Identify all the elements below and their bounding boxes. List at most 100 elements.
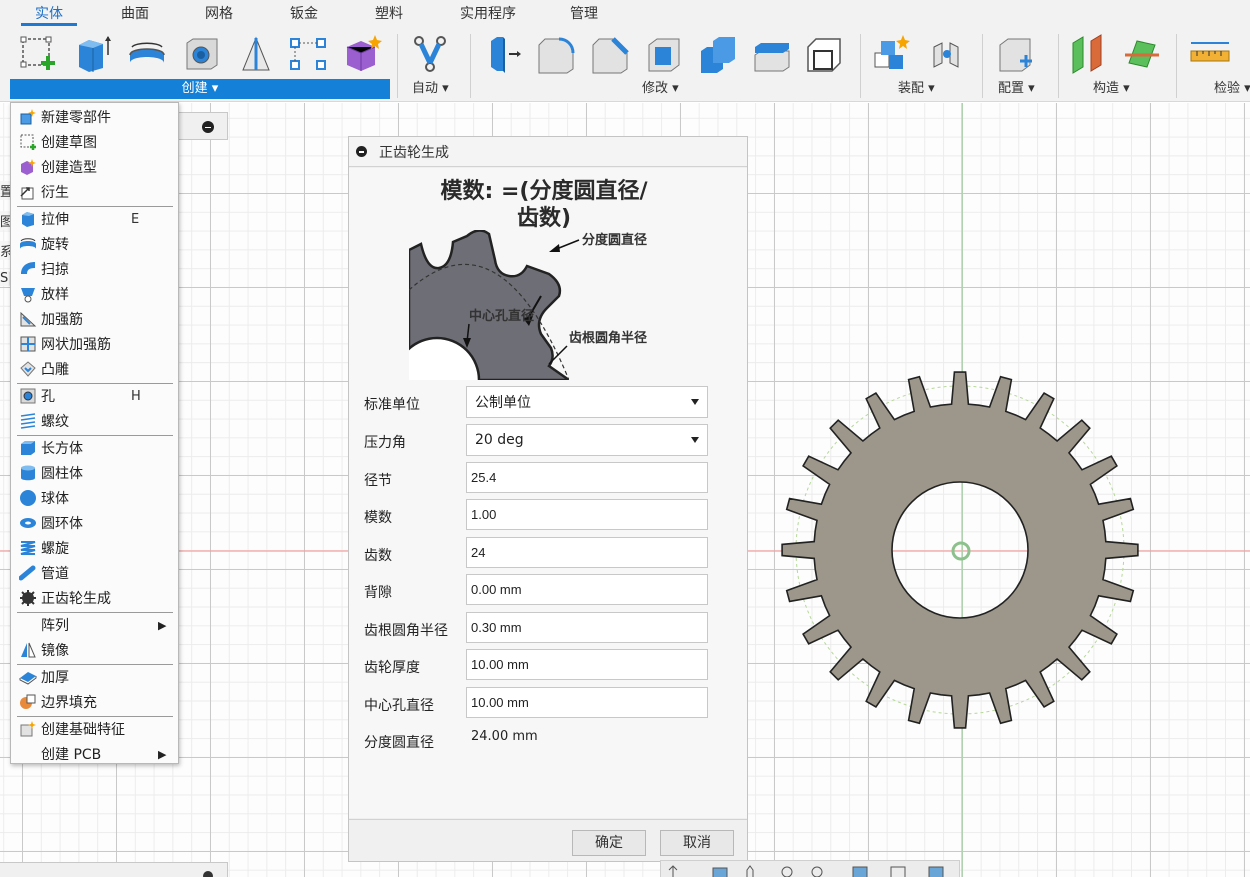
- tab-plastic[interactable]: 塑料: [375, 0, 403, 28]
- menu-item-torus[interactable]: 圆环体: [11, 511, 178, 535]
- new-assembly-icon[interactable]: [870, 32, 914, 76]
- diametral-pitch-input[interactable]: [466, 462, 708, 493]
- menu-item-create-form[interactable]: 创建造型: [11, 155, 178, 179]
- ribbon-separator: [470, 34, 471, 98]
- fillet-icon[interactable]: [534, 32, 578, 76]
- spur-gear-model[interactable]: [770, 360, 1150, 740]
- backlash-input[interactable]: [466, 574, 708, 605]
- configure-group-label[interactable]: 配置 ▾: [998, 80, 1035, 98]
- menu-item-cylinder[interactable]: 圆柱体: [11, 461, 178, 485]
- inspect-group-label[interactable]: 检验 ▾: [1214, 80, 1250, 98]
- create-dropdown-button[interactable]: 创建 ▾: [10, 79, 390, 99]
- automate-icon[interactable]: [408, 32, 452, 76]
- thickness-input[interactable]: [466, 649, 708, 680]
- tab-solid[interactable]: 实体: [21, 0, 77, 28]
- menu-item-loft[interactable]: 放样: [11, 282, 178, 306]
- tab-surface[interactable]: 曲面: [121, 0, 149, 28]
- menu-item-coil[interactable]: 螺旋: [11, 536, 178, 560]
- submenu-arrow-icon: ▶: [158, 747, 167, 761]
- tab-utilities[interactable]: 实用程序: [460, 0, 516, 28]
- menu-item-label: 长方体: [41, 441, 83, 457]
- menu-item-label: 螺旋: [41, 541, 69, 557]
- shell-icon[interactable]: [642, 32, 686, 76]
- automate-group-label[interactable]: 自动 ▾: [412, 80, 449, 98]
- menu-item-label: 创建 PCB: [41, 747, 102, 763]
- gear-diagram: 分度圆直径 中心孔直径 齿根圆角半径: [409, 230, 647, 380]
- pressure-angle-select[interactable]: 20 deg: [466, 424, 708, 456]
- collapse-icon[interactable]: [356, 146, 367, 157]
- new-component-sketch-icon[interactable]: [18, 32, 62, 76]
- menu-item-label: 网状加强筋: [41, 337, 111, 353]
- teeth-label: 齿数: [364, 548, 392, 564]
- standard-select[interactable]: 公制单位: [466, 386, 708, 418]
- teeth-row: 齿数: [349, 537, 747, 569]
- menu-item-spur-gear[interactable]: 正齿轮生成: [11, 586, 178, 610]
- cancel-button[interactable]: 取消: [660, 830, 734, 856]
- module-input[interactable]: [466, 499, 708, 530]
- menu-item-sphere[interactable]: 球体: [11, 486, 178, 510]
- ok-button[interactable]: 确定: [572, 830, 646, 856]
- offset-plane-icon[interactable]: [1066, 32, 1110, 76]
- extrude-icon[interactable]: [70, 32, 114, 76]
- menu-item-mirror[interactable]: 镜像: [11, 638, 178, 662]
- press-pull-icon[interactable]: [482, 32, 526, 76]
- root-fillet-input[interactable]: [466, 612, 708, 643]
- configure-icon[interactable]: [993, 32, 1037, 76]
- orbit-icon: [668, 865, 678, 877]
- construct-group-label[interactable]: 构造 ▾: [1093, 80, 1130, 98]
- menu-item-label: 凸雕: [41, 362, 69, 378]
- assemble-group-label[interactable]: 装配 ▾: [898, 80, 935, 98]
- extrude-icon: [17, 209, 39, 229]
- menu-item-derive[interactable]: 衍生: [11, 180, 178, 204]
- offset-face-icon[interactable]: [750, 32, 794, 76]
- scale-icon[interactable]: [803, 32, 847, 76]
- menu-item-pipe[interactable]: 管道: [11, 561, 178, 585]
- teeth-input[interactable]: [466, 537, 708, 568]
- menu-item-hole[interactable]: 孔H: [11, 384, 178, 408]
- pitch-diameter-value: 24.00 mm: [471, 729, 538, 744]
- create-form-icon: [17, 157, 39, 177]
- create-form-icon[interactable]: [340, 32, 384, 76]
- dialog-header[interactable]: 正齿轮生成: [349, 137, 747, 167]
- menu-item-submenu-25[interactable]: 创建 PCB ▶: [11, 742, 178, 766]
- pipe-icon: [17, 563, 39, 583]
- chamfer-icon[interactable]: [588, 32, 632, 76]
- menu-item-label: 扫掠: [41, 262, 69, 278]
- menu-item-thread[interactable]: 螺纹: [11, 409, 178, 433]
- add-icon[interactable]: [203, 871, 213, 877]
- menu-item-label: 新建零部件: [41, 110, 111, 126]
- diametral-pitch-row: 径节: [349, 462, 747, 494]
- rib-icon[interactable]: [234, 32, 278, 76]
- tab-mesh[interactable]: 网格: [205, 0, 233, 28]
- rectangular-pattern-icon[interactable]: [286, 32, 330, 76]
- plane-at-angle-icon[interactable]: [1120, 32, 1164, 76]
- tab-sheet-metal[interactable]: 钣金: [290, 0, 318, 28]
- dialog-body: 模数: =(分度圆直径/ 齿数) 分度圆直径 中心孔直径 齿根圆角半径 标准单位…: [349, 168, 747, 818]
- menu-item-web[interactable]: 网状加强筋: [11, 332, 178, 356]
- menu-item-rib[interactable]: 加强筋: [11, 307, 178, 331]
- menu-item-revolve[interactable]: 旋转: [11, 232, 178, 256]
- menu-item-boundary-fill[interactable]: 边界填充: [11, 690, 178, 714]
- measure-icon[interactable]: [1188, 32, 1232, 76]
- menu-item-create-sketch[interactable]: 创建草图: [11, 130, 178, 154]
- revolve-icon[interactable]: [125, 32, 169, 76]
- backlash-row: 背隙: [349, 574, 747, 606]
- combine-icon[interactable]: [696, 32, 740, 76]
- menu-item-emboss[interactable]: 凸雕: [11, 357, 178, 381]
- hole-icon[interactable]: [180, 32, 224, 76]
- menu-item-sweep[interactable]: 扫掠: [11, 257, 178, 281]
- tab-manage[interactable]: 管理: [570, 0, 598, 28]
- menu-item-new-component[interactable]: 新建零部件: [11, 105, 178, 129]
- module-row: 模数: [349, 499, 747, 531]
- bore-input[interactable]: [466, 687, 708, 718]
- standard-value: 公制单位: [475, 395, 531, 411]
- menu-item-thicken[interactable]: 加厚: [11, 665, 178, 689]
- modify-group-label[interactable]: 修改 ▾: [642, 80, 679, 98]
- menu-item-extrude[interactable]: 拉伸 E: [11, 207, 178, 231]
- joint-icon[interactable]: [925, 32, 969, 76]
- grid-icon: [890, 866, 906, 877]
- menu-item-submenu-20[interactable]: 阵列 ▶: [11, 613, 178, 637]
- menu-item-box[interactable]: 长方体: [11, 436, 178, 460]
- menu-item-base-feature[interactable]: 创建基础特征: [11, 717, 178, 741]
- navigation-icons[interactable]: [667, 864, 957, 877]
